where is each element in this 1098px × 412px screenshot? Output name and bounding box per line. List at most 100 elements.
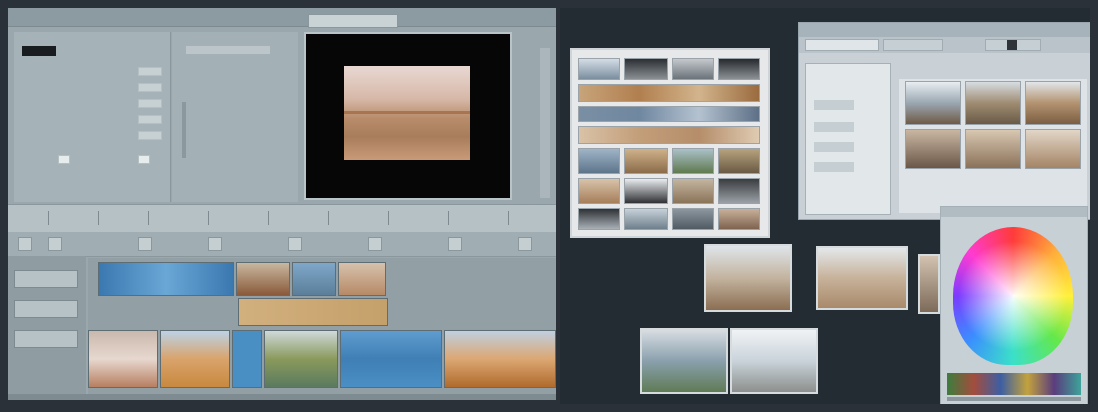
floating-photo[interactable] bbox=[704, 244, 792, 312]
timeline-clip[interactable] bbox=[232, 330, 262, 388]
tool-button[interactable] bbox=[368, 237, 382, 251]
track-header[interactable] bbox=[14, 330, 78, 348]
color-swatch-strip[interactable] bbox=[947, 373, 1081, 395]
photo-organizer-window bbox=[560, 8, 1090, 404]
browser-tab[interactable] bbox=[883, 39, 943, 51]
tool-button[interactable] bbox=[288, 237, 302, 251]
browser-tabbar bbox=[799, 37, 1090, 53]
color-panel-title bbox=[941, 207, 1087, 217]
setting-row bbox=[20, 154, 170, 164]
ruler-tick bbox=[148, 211, 149, 225]
photo-thumbnail[interactable] bbox=[1025, 81, 1081, 125]
effect-dropdown[interactable] bbox=[186, 46, 270, 54]
photo-thumbnail[interactable] bbox=[718, 58, 760, 80]
setting-row bbox=[20, 82, 170, 92]
color-wheel-panel bbox=[940, 206, 1088, 404]
tool-button[interactable] bbox=[448, 237, 462, 251]
photo-thumbnail[interactable] bbox=[965, 129, 1021, 169]
photo-thumbnail[interactable] bbox=[578, 178, 620, 204]
color-swatch[interactable] bbox=[22, 46, 56, 56]
photo-thumbnail[interactable] bbox=[672, 208, 714, 230]
photo-thumbnail[interactable] bbox=[624, 178, 668, 204]
photo-thumbnail[interactable] bbox=[718, 178, 760, 204]
monitor-tab[interactable] bbox=[308, 14, 398, 28]
photo-thumbnail[interactable] bbox=[718, 208, 760, 230]
slider-track[interactable] bbox=[182, 102, 186, 158]
setting-row bbox=[20, 114, 170, 124]
photo-thumbnail[interactable] bbox=[905, 129, 961, 169]
photo-thumbnail[interactable] bbox=[624, 208, 668, 230]
video-editor-window bbox=[8, 8, 556, 400]
timeline-clip[interactable] bbox=[236, 262, 290, 296]
sidebar-item[interactable] bbox=[814, 142, 854, 152]
color-wheel[interactable] bbox=[953, 227, 1073, 365]
tool-button[interactable] bbox=[518, 237, 532, 251]
timeline-toolbar bbox=[8, 232, 556, 257]
photo-thumbnail[interactable] bbox=[624, 148, 668, 174]
color-slider[interactable] bbox=[947, 397, 1081, 401]
photo-thumbnail[interactable] bbox=[578, 106, 760, 122]
timeline-clip[interactable] bbox=[98, 262, 234, 296]
toggle-button[interactable] bbox=[138, 155, 150, 164]
preview-monitor bbox=[304, 32, 512, 200]
photo-thumbnail[interactable] bbox=[578, 84, 760, 102]
photo-thumbnail[interactable] bbox=[905, 81, 961, 125]
photo-thumbnail[interactable] bbox=[718, 148, 760, 174]
browser-titlebar bbox=[799, 23, 1090, 37]
vertical-scrollbar[interactable] bbox=[540, 48, 550, 198]
timeline-tracks[interactable] bbox=[88, 258, 556, 394]
floating-photo[interactable] bbox=[918, 254, 940, 314]
view-toggle-icon[interactable] bbox=[1007, 40, 1017, 50]
setting-field[interactable] bbox=[138, 67, 162, 76]
ruler-tick bbox=[448, 211, 449, 225]
sidebar-item[interactable] bbox=[814, 162, 854, 172]
ruler-tick bbox=[508, 211, 509, 225]
sidebar-item[interactable] bbox=[814, 100, 854, 110]
setting-field[interactable] bbox=[138, 83, 162, 92]
photo-thumbnail[interactable] bbox=[672, 178, 714, 204]
browser-tab[interactable] bbox=[805, 39, 879, 51]
ruler-tick bbox=[328, 211, 329, 225]
tool-button[interactable] bbox=[48, 237, 62, 251]
toggle-button[interactable] bbox=[58, 155, 70, 164]
setting-row bbox=[20, 130, 170, 140]
ruler-tick bbox=[268, 211, 269, 225]
timeline-clip[interactable] bbox=[88, 330, 158, 388]
sidebar-item[interactable] bbox=[814, 122, 854, 132]
tool-button[interactable] bbox=[208, 237, 222, 251]
photo-thumbnail[interactable] bbox=[672, 148, 714, 174]
timeline-clip[interactable] bbox=[292, 262, 336, 296]
photo-thumbnail[interactable] bbox=[578, 126, 760, 144]
timeline-clip[interactable] bbox=[160, 330, 230, 388]
setting-row bbox=[20, 98, 170, 108]
photo-thumbnail[interactable] bbox=[578, 148, 620, 174]
photo-thumbnail[interactable] bbox=[672, 58, 714, 80]
ruler-tick bbox=[208, 211, 209, 225]
floating-photo[interactable] bbox=[730, 328, 818, 394]
track-header[interactable] bbox=[14, 300, 78, 318]
tool-button[interactable] bbox=[138, 237, 152, 251]
timeline-ruler[interactable] bbox=[8, 204, 556, 234]
track-header[interactable] bbox=[14, 270, 78, 288]
timeline-clip[interactable] bbox=[444, 330, 556, 388]
setting-field[interactable] bbox=[138, 131, 162, 140]
setting-field[interactable] bbox=[138, 99, 162, 108]
editor-menubar bbox=[8, 8, 556, 27]
photo-thumbnail[interactable] bbox=[1025, 129, 1081, 169]
photo-thumbnail[interactable] bbox=[624, 58, 668, 80]
tool-button[interactable] bbox=[18, 237, 32, 251]
timeline-clip[interactable] bbox=[264, 330, 338, 388]
timeline-clip[interactable] bbox=[338, 262, 386, 296]
photo-thumbnail[interactable] bbox=[965, 81, 1021, 125]
timeline-clip[interactable] bbox=[340, 330, 442, 388]
photo-thumbnail[interactable] bbox=[578, 58, 620, 80]
thumbnail-grid bbox=[570, 48, 770, 238]
track-headers bbox=[8, 256, 86, 394]
setting-field[interactable] bbox=[138, 115, 162, 124]
effects-panel bbox=[172, 32, 298, 202]
timeline-clip[interactable] bbox=[238, 298, 388, 326]
photo-browser-window bbox=[798, 22, 1090, 220]
photo-thumbnail[interactable] bbox=[578, 208, 620, 230]
floating-photo[interactable] bbox=[640, 328, 728, 394]
floating-photo[interactable] bbox=[816, 246, 908, 310]
